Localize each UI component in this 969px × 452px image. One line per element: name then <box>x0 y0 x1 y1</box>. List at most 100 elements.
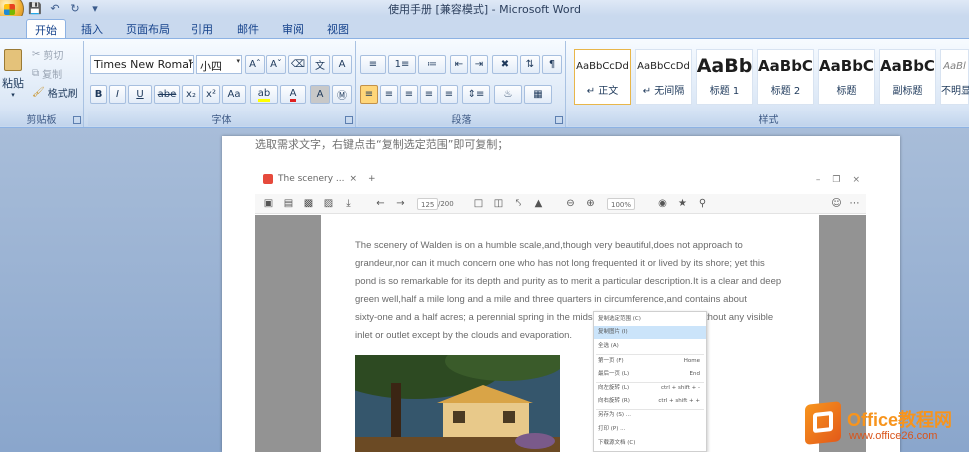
align-right-icon: ≡ <box>404 89 414 100</box>
reader-gutter-left <box>255 215 321 452</box>
line-spacing-button[interactable]: ⇕≡ <box>462 85 490 104</box>
style-no-spacing[interactable]: AaBbCcDd ↵ 无间隔 <box>635 49 692 105</box>
show-marks-button[interactable]: ¶ <box>542 55 562 74</box>
superscript-button[interactable]: x² <box>202 85 220 104</box>
distribute-icon: ≡ <box>444 89 454 100</box>
shading-button[interactable]: ♨ <box>494 85 522 104</box>
office-logo-icon <box>805 401 841 445</box>
copy-button[interactable]: ⧉ 复制 <box>32 66 62 81</box>
style-heading-1[interactable]: AaBb 标题 1 <box>696 49 753 105</box>
tab-home[interactable]: 开始 <box>26 19 66 38</box>
decrease-indent-button[interactable]: ⇤ <box>450 55 468 74</box>
paste-icon <box>4 49 22 71</box>
paste-button[interactable]: 粘贴 ▾ <box>0 45 26 103</box>
copy-icon: ⧉ <box>32 67 40 79</box>
cottage-illustration <box>355 355 560 452</box>
tab-view[interactable]: 视图 <box>320 19 356 38</box>
star-icon: ★ <box>678 198 687 209</box>
tab-mailings[interactable]: 邮件 <box>230 19 266 38</box>
reader-page-input: 125 <box>417 198 439 210</box>
shrink-font-button[interactable]: Aˇ <box>266 55 286 74</box>
search-icon: ⚲ <box>698 198 707 209</box>
close-icon: × <box>852 175 860 185</box>
italic-button[interactable]: I <box>109 85 126 104</box>
style-heading-2[interactable]: AaBbC 标题 2 <box>757 49 814 105</box>
align-center-button[interactable]: ≡ <box>380 85 398 104</box>
cottage-picture <box>355 355 560 452</box>
underline-button[interactable]: U <box>128 85 152 104</box>
justify-icon: ≡ <box>424 89 434 100</box>
highlight-button[interactable]: ab <box>250 85 278 104</box>
clear-format-button[interactable]: ⌫ <box>288 55 308 74</box>
align-left-button[interactable]: ≡ <box>360 85 378 104</box>
reader-paragraph: The scenery of Walden is on a humble sca… <box>355 240 782 341</box>
tab-insert[interactable]: 插入 <box>74 19 110 38</box>
format-painter-button[interactable]: 🖌 格式刷 <box>32 85 78 100</box>
distribute-button[interactable]: ≡ <box>440 85 458 104</box>
paragraph-launcher-icon[interactable] <box>555 116 563 124</box>
reader-page-total: /200 <box>438 200 454 208</box>
fit-page-icon: ⤣ <box>515 198 522 209</box>
ctx-download-source: 下载源文档 (C) <box>598 440 636 446</box>
user-icon: ☺ <box>831 198 842 209</box>
chinese-layout-icon: ✖ <box>500 59 510 70</box>
char-shading-icon: A <box>316 89 324 100</box>
numbered-list-icon: 1≡ <box>394 59 410 70</box>
font-launcher-icon[interactable] <box>345 116 353 124</box>
reader-toolbar: ▣ ▤ ▩ ▨ ⤓ ← → 125 /200 □ ◫ ⤣ ▲ ⊖ ⊕ 100% … <box>255 194 866 214</box>
embedded-reader-screenshot: The scenery ... × + – ❐ × ▣ ▤ ▩ ▨ ⤓ ← → … <box>255 170 866 452</box>
chevron-down-icon: ▾ <box>11 91 15 99</box>
clipboard-group-label: 剪贴板 <box>0 111 83 126</box>
clipboard-launcher-icon[interactable] <box>73 116 81 124</box>
style-subtitle[interactable]: AaBbC 副标题 <box>879 49 936 105</box>
ctx-first-page: 第一页 (F) Home <box>598 358 700 364</box>
align-right-button[interactable]: ≡ <box>400 85 418 104</box>
decrease-indent-icon: ⇤ <box>454 59 464 70</box>
font-name-combo[interactable]: Times New Romar ▾ <box>90 55 194 74</box>
ctx-last-page: 最后一页 (L) End <box>598 371 700 377</box>
subscript-button[interactable]: x₂ <box>182 85 200 104</box>
tab-page-layout[interactable]: 页面布局 <box>120 19 176 38</box>
justify-button[interactable]: ≡ <box>420 85 438 104</box>
reader-window-controls: – ❐ × <box>816 175 860 185</box>
style-subtle-emphasis[interactable]: AaBl 不明显 <box>940 49 969 105</box>
download-icon: ⤓ <box>346 198 351 209</box>
char-border-button[interactable]: A <box>332 55 352 74</box>
pilcrow-icon: ¶ <box>548 59 556 70</box>
style-title[interactable]: AaBbC 标题 <box>818 49 875 105</box>
close-tab-icon: × <box>349 174 358 184</box>
tab-review[interactable]: 审阅 <box>275 19 311 38</box>
print-icon: ▩ <box>303 198 314 209</box>
bold-button[interactable]: B <box>90 85 107 104</box>
phonetic-guide-button[interactable]: 文 <box>310 55 330 74</box>
paintbrush-icon: 🖌 <box>32 86 45 98</box>
style-normal[interactable]: AaBbCcDd ↵ 正文 <box>574 49 631 105</box>
change-case-button[interactable]: Aa <box>222 85 246 104</box>
borders-icon: ▦ <box>533 89 543 100</box>
bullets-button[interactable]: ≡ <box>360 55 386 74</box>
increase-indent-button[interactable]: ⇥ <box>470 55 488 74</box>
font-size-combo[interactable]: 小四 ▾ <box>196 55 242 74</box>
cut-button[interactable]: ✂ 剪切 <box>32 47 63 62</box>
reader-tab: The scenery ... × + <box>263 174 376 184</box>
sort-button[interactable]: ⇅ <box>520 55 540 74</box>
multilevel-list-button[interactable]: ≔ <box>418 55 446 74</box>
chinese-layout-button[interactable]: ✖ <box>492 55 518 74</box>
bookmark-icon: ▲ <box>534 198 543 209</box>
enclose-char-button[interactable]: Ⓜ <box>332 85 352 104</box>
tab-references[interactable]: 引用 <box>184 19 220 38</box>
clear-format-icon: ⌫ <box>290 59 306 70</box>
watermark-url: www.office26.com <box>849 430 938 442</box>
numbering-button[interactable]: 1≡ <box>388 55 416 74</box>
phonetic-guide-icon: 文 <box>315 61 325 72</box>
char-shading-button[interactable]: A <box>310 85 330 104</box>
grow-font-button[interactable]: Aˆ <box>245 55 265 74</box>
font-group: Times New Romar ▾ 小四 ▾ Aˆ Aˇ ⌫ 文 A B I U a… <box>88 41 356 127</box>
bold-icon: B <box>94 89 103 100</box>
borders-button[interactable]: ▦ <box>524 85 552 104</box>
strikethrough-button[interactable]: abe <box>154 85 180 104</box>
ribbon-tabs: 开始 插入 页面布局 引用 邮件 审阅 视图 <box>0 16 969 38</box>
font-color-button[interactable]: A <box>280 85 306 104</box>
ribbon: 粘贴 ▾ ✂ 剪切 ⧉ 复制 🖌 格式刷 剪贴板 Times New Romar… <box>0 38 969 128</box>
enclose-char-icon: Ⓜ <box>337 91 347 102</box>
